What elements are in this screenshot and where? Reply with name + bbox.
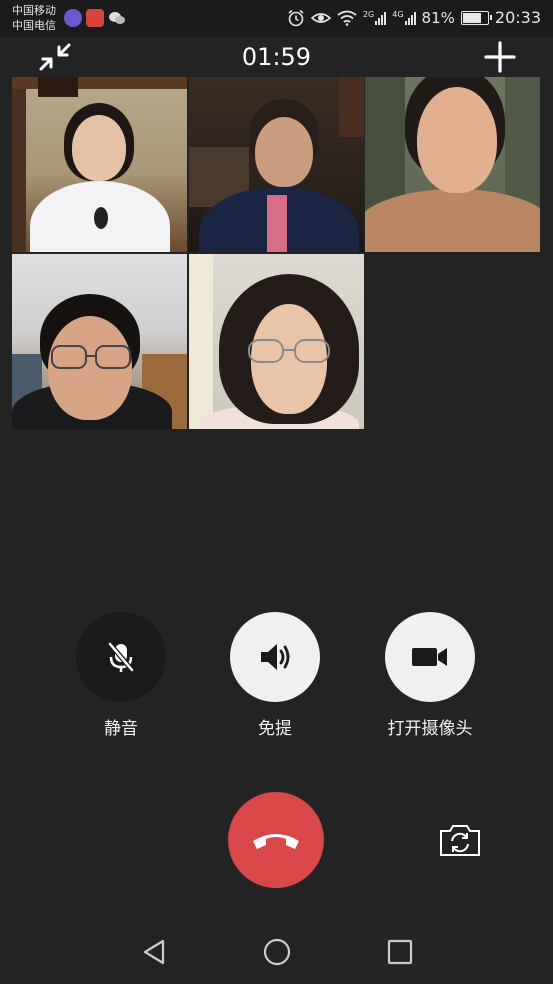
home-circle-icon bbox=[263, 938, 291, 966]
switch-camera-button[interactable] bbox=[438, 822, 482, 858]
participant-video-3[interactable] bbox=[365, 77, 540, 252]
hang-up-button[interactable] bbox=[228, 792, 324, 888]
status-bar: 中国移动 中国电信 2G 4G 81% 20:33 bbox=[0, 0, 553, 37]
microphone-off-icon bbox=[108, 642, 134, 672]
phone-hangup-icon bbox=[253, 834, 299, 849]
alarm-icon bbox=[288, 9, 304, 26]
signal-icon bbox=[375, 11, 387, 25]
eye-icon bbox=[310, 12, 331, 23]
network-4g-label: 4G bbox=[392, 9, 404, 19]
add-participant-button[interactable] bbox=[483, 40, 517, 74]
network-2g-label: 2G bbox=[362, 9, 375, 19]
speaker-button[interactable] bbox=[230, 612, 320, 702]
speaker-label: 免提 bbox=[258, 719, 292, 739]
signal-icon bbox=[404, 11, 416, 25]
video-call-screen: 中国移动 中国电信 2G 4G 81% 20:33 01:59 静音 免提 打开… bbox=[0, 0, 553, 984]
app-c-icon bbox=[86, 9, 104, 27]
mute-label: 静音 bbox=[104, 719, 138, 739]
carrier-info: 中国移动 中国电信 bbox=[12, 3, 56, 33]
participant-video-4[interactable] bbox=[12, 254, 187, 429]
mute-control: 静音 bbox=[76, 612, 166, 739]
navigation-bar bbox=[0, 925, 553, 984]
notification-icons bbox=[64, 9, 126, 27]
participant-video-2[interactable] bbox=[189, 77, 364, 252]
battery-percent: 81% bbox=[421, 8, 455, 27]
battery-fill bbox=[462, 12, 481, 23]
recents-button[interactable] bbox=[385, 937, 415, 967]
camera-label: 打开摄像头 bbox=[387, 719, 473, 739]
camera-control: 打开摄像头 bbox=[385, 612, 475, 739]
system-status: 2G 4G 81% 20:33 bbox=[287, 8, 541, 27]
speaker-icon bbox=[261, 644, 290, 670]
wechat-icon bbox=[108, 9, 126, 27]
speaker-control: 免提 bbox=[230, 612, 320, 739]
carrier-2: 中国电信 bbox=[12, 19, 56, 32]
glasses-frame bbox=[51, 345, 131, 369]
camera-switch-icon bbox=[440, 825, 480, 856]
back-triangle-icon bbox=[143, 939, 165, 965]
video-grid bbox=[12, 77, 540, 429]
back-button[interactable] bbox=[140, 937, 170, 967]
home-button[interactable] bbox=[262, 937, 292, 967]
plus-icon bbox=[484, 41, 516, 73]
clock: 20:33 bbox=[494, 8, 541, 27]
glasses-frame bbox=[248, 339, 330, 363]
mute-button[interactable] bbox=[76, 612, 166, 702]
participant-video-5[interactable] bbox=[189, 254, 364, 429]
battery-icon bbox=[460, 10, 492, 25]
participant-video-1[interactable] bbox=[12, 77, 187, 252]
call-timer: 01:59 bbox=[241, 43, 312, 71]
camera-toggle-button[interactable] bbox=[385, 612, 475, 702]
recents-square-icon bbox=[387, 939, 413, 965]
carrier-1: 中国移动 bbox=[12, 4, 56, 17]
wifi-icon bbox=[337, 10, 357, 26]
video-camera-icon bbox=[412, 648, 447, 666]
assistant-icon bbox=[64, 9, 82, 27]
